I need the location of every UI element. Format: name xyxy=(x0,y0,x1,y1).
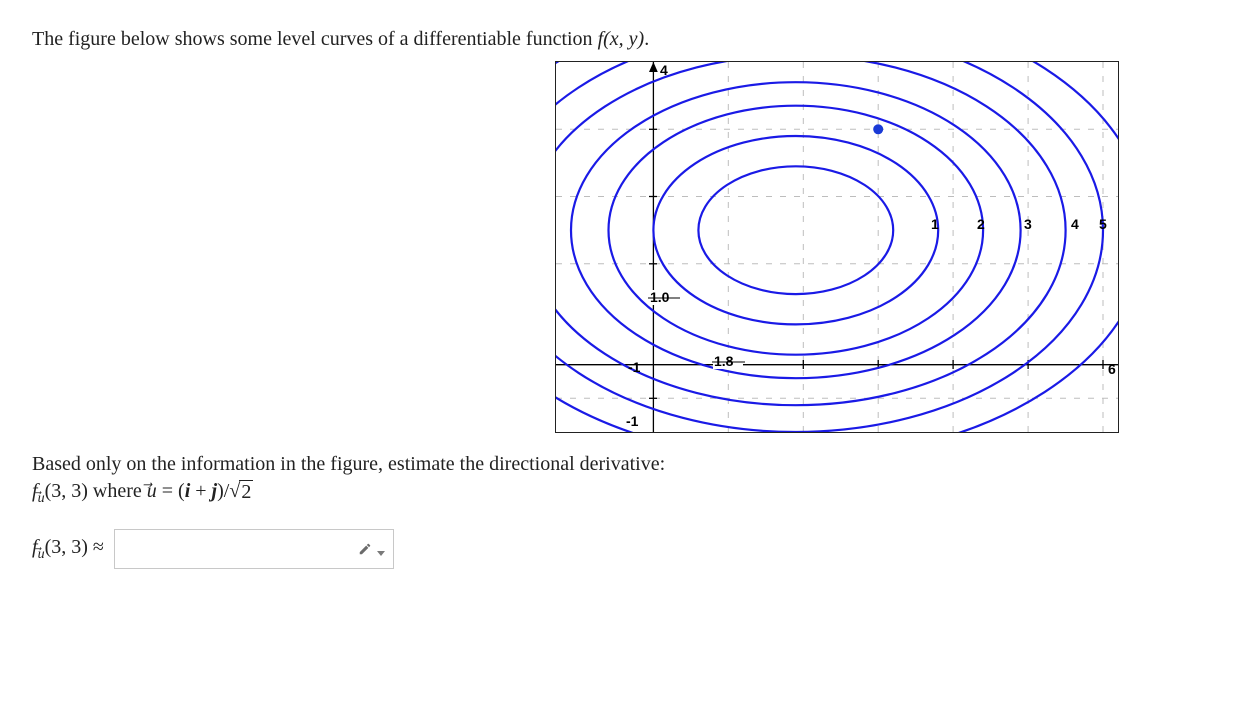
y-tick-neg1: -1 xyxy=(626,413,639,429)
answer-row: fu(3, 3) ≈ xyxy=(32,529,1204,569)
x-tick-2: 2 xyxy=(977,216,985,232)
intro-suffix: . xyxy=(644,28,649,50)
contour-label-1p0: 1.0 xyxy=(650,289,670,305)
marked-point xyxy=(873,124,883,134)
x-tick-5: 5 xyxy=(1099,216,1107,232)
x-tick-3: 3 xyxy=(1024,216,1032,232)
figure-container: 1 2 3 4 5 6 4 -1 -1 1.0 1.8 xyxy=(32,61,1204,433)
deriv-plus: + xyxy=(190,480,211,502)
prompt-line: Based only on the information in the fig… xyxy=(32,453,1204,476)
x-origin-label: -1 xyxy=(628,359,641,375)
x-tick-1: 1 xyxy=(931,216,939,232)
contour-plot: 1 2 3 4 5 6 4 -1 -1 1.0 1.8 xyxy=(555,61,1119,433)
chevron-down-icon xyxy=(377,551,385,556)
answer-label: fu(3, 3) ≈ xyxy=(32,536,104,563)
intro-prefix: The figure below shows some level curves… xyxy=(32,28,598,50)
deriv-u: u xyxy=(147,480,157,503)
pencil-icon xyxy=(358,542,372,556)
intro-text: The figure below shows some level curves… xyxy=(32,28,1204,51)
x-tick-4: 4 xyxy=(1071,216,1079,232)
x-tick-6: 6 xyxy=(1108,361,1116,377)
answer-sub: u xyxy=(38,547,45,563)
contour-label-1p8: 1.8 xyxy=(714,353,734,369)
y-tick-top: 4 xyxy=(660,62,668,78)
deriv-close: )/ xyxy=(217,480,229,502)
deriv-eq: = ( xyxy=(157,480,185,502)
intro-func: f(x, y) xyxy=(598,28,645,50)
answer-point: (3, 3) ≈ xyxy=(45,536,104,558)
deriv-subvec: u xyxy=(38,491,45,507)
deriv-point: (3, 3) xyxy=(45,480,88,502)
equation-editor-button[interactable] xyxy=(355,539,375,559)
answer-input[interactable] xyxy=(123,539,355,559)
deriv-root: 2 xyxy=(239,480,253,504)
deriv-expression: fu(3, 3) where u = (i + j)/√2 xyxy=(32,480,1204,507)
deriv-where: where xyxy=(88,480,147,502)
answer-box[interactable] xyxy=(114,529,394,569)
